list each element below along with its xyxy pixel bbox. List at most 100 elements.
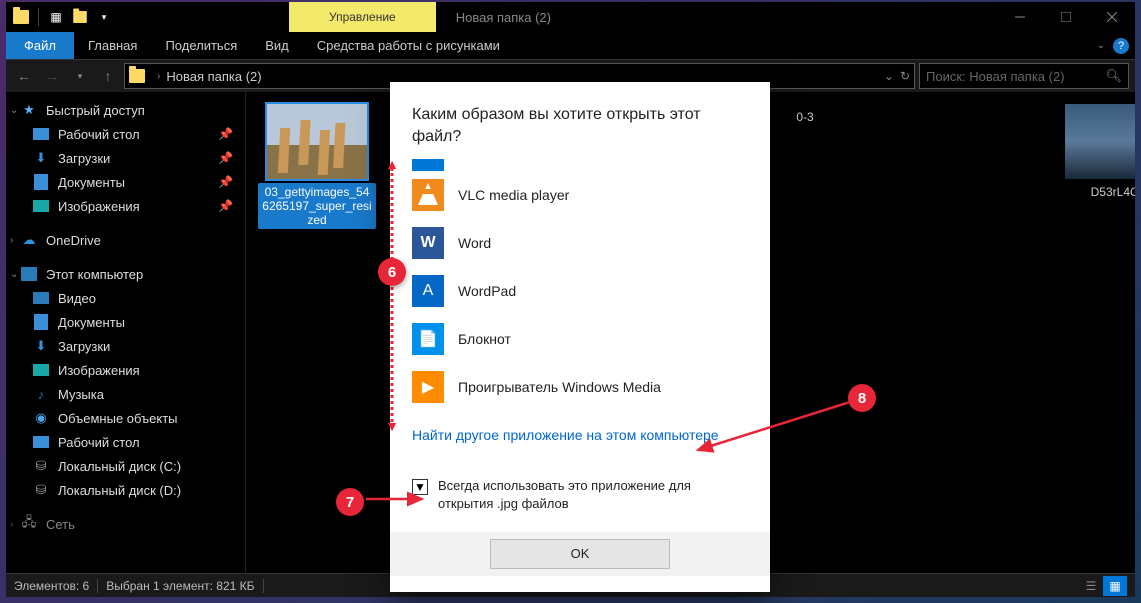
sidebar-item-drive-d[interactable]: ⛁Локальный диск (D:): [6, 478, 245, 502]
qat-dropdown-icon[interactable]: ▾: [93, 6, 115, 28]
close-button[interactable]: [1089, 2, 1135, 32]
ribbon-tab-view[interactable]: Вид: [251, 32, 303, 59]
ribbon-collapse-icon[interactable]: ⌄: [1097, 40, 1105, 51]
sidebar-item-downloads-pc[interactable]: ⬇Загрузки: [6, 334, 245, 358]
ribbon-tab-home[interactable]: Главная: [74, 32, 151, 59]
collapse-icon[interactable]: ⌄: [10, 105, 18, 116]
pictures-icon: [32, 362, 50, 378]
chevron-right-icon[interactable]: ›: [157, 71, 160, 82]
sidebar-item-documents[interactable]: Документы📌: [6, 170, 245, 194]
vlc-icon: [412, 179, 444, 211]
annotation-scroll-indicator: ▲ ▼: [385, 160, 399, 430]
sidebar-item-pictures[interactable]: Изображения📌: [6, 194, 245, 218]
sidebar-item-3d-objects[interactable]: ◉Объемные объекты: [6, 406, 245, 430]
sidebar-item-documents-pc[interactable]: Документы: [6, 310, 245, 334]
app-list[interactable]: VLC media player W Word A WordPad 📄 Блок…: [412, 159, 748, 411]
download-icon: ⬇: [32, 338, 50, 354]
document-icon: [32, 314, 50, 330]
pc-icon: [20, 266, 38, 282]
ribbon-tab-picture-tools[interactable]: Средства работы с рисунками: [303, 32, 514, 59]
sidebar-network[interactable]: ›🖧Сеть: [6, 512, 245, 536]
file-name: 03_gettyimages_546265197_super_resized: [258, 183, 376, 229]
status-item-count: Элементов: 6: [14, 579, 89, 593]
view-details-button[interactable]: ☰: [1079, 576, 1103, 596]
open-with-dialog: Каким образом вы хотите открыть этот фай…: [390, 82, 770, 592]
file-item[interactable]: D53rL4O: [1056, 104, 1135, 201]
sidebar-item-pictures-pc[interactable]: Изображения: [6, 358, 245, 382]
pin-icon: 📌: [218, 127, 233, 141]
search-placeholder: Поиск: Новая папка (2): [926, 69, 1065, 84]
file-name: D53rL4O: [1087, 183, 1135, 201]
expand-icon[interactable]: ›: [10, 519, 13, 530]
pin-icon: 📌: [218, 151, 233, 165]
search-icon[interactable]: 🔍︎: [1105, 68, 1122, 84]
minimize-button[interactable]: [997, 2, 1043, 32]
forward-button[interactable]: →: [40, 64, 64, 88]
word-icon: W: [412, 227, 444, 259]
help-icon[interactable]: ?: [1113, 38, 1129, 54]
expand-icon[interactable]: ›: [10, 235, 13, 246]
view-thumbnails-button[interactable]: ▦: [1103, 576, 1127, 596]
title-bar: ▦ ▾ Управление Новая папка (2): [6, 2, 1135, 32]
annotation-badge-7: 7: [336, 488, 364, 516]
window-title: Новая папка (2): [456, 10, 551, 25]
ribbon-tab-share[interactable]: Поделиться: [151, 32, 251, 59]
app-label: Word: [458, 235, 491, 251]
collapse-icon[interactable]: ⌄: [10, 269, 18, 280]
maximize-button[interactable]: [1043, 2, 1089, 32]
annotation-badge-8: 8: [848, 384, 876, 412]
pin-icon: 📌: [218, 175, 233, 189]
file-name: 0-3: [792, 108, 817, 126]
pin-icon: 📌: [218, 199, 233, 213]
app-item-wordpad[interactable]: A WordPad: [412, 267, 748, 315]
ribbon-context-tab[interactable]: Управление: [289, 2, 436, 32]
app-icon: [412, 159, 444, 171]
sidebar-item-videos[interactable]: Видео: [6, 286, 245, 310]
ok-button[interactable]: OK: [490, 539, 670, 569]
sidebar-onedrive[interactable]: ›☁OneDrive: [6, 228, 245, 252]
up-button[interactable]: ↑: [96, 64, 120, 88]
breadcrumb[interactable]: Новая папка (2): [166, 69, 261, 84]
address-dropdown-icon[interactable]: ⌄: [884, 69, 894, 83]
always-use-label: Всегда использовать это приложение для о…: [438, 477, 748, 513]
music-icon: ♪: [32, 386, 50, 402]
ribbon-file-tab[interactable]: Файл: [6, 32, 74, 59]
window-controls: [997, 2, 1135, 32]
sidebar-item-downloads[interactable]: ⬇Загрузки📌: [6, 146, 245, 170]
desktop-icon: [32, 434, 50, 450]
arrow-down-icon: ▼: [385, 418, 399, 434]
pictures-icon: [32, 198, 50, 214]
sidebar-item-desktop[interactable]: Рабочий стол📌: [6, 122, 245, 146]
drive-icon: ⛁: [32, 458, 50, 474]
sidebar-item-desktop-pc[interactable]: Рабочий стол: [6, 430, 245, 454]
wordpad-icon: A: [412, 275, 444, 307]
download-icon: ⬇: [32, 150, 50, 166]
sidebar-item-music[interactable]: ♪Музыка: [6, 382, 245, 406]
status-selection: Выбран 1 элемент: 821 КБ: [106, 579, 254, 593]
new-folder-icon[interactable]: [69, 6, 91, 28]
star-icon: ★: [20, 102, 38, 118]
annotation-badge-6: 6: [378, 258, 406, 286]
app-label: VLC media player: [458, 187, 569, 203]
document-icon: [32, 174, 50, 190]
refresh-icon[interactable]: ↻: [900, 69, 910, 83]
always-use-row[interactable]: ▼ Всегда использовать это приложение для…: [412, 477, 748, 513]
dialog-title: Каким образом вы хотите открыть этот фай…: [412, 104, 748, 147]
app-label: Проигрыватель Windows Media: [458, 379, 661, 395]
properties-icon[interactable]: ▦: [45, 6, 67, 28]
search-input[interactable]: Поиск: Новая папка (2) 🔍︎: [919, 63, 1129, 89]
app-label: Блокнот: [458, 331, 511, 347]
app-item-word[interactable]: W Word: [412, 219, 748, 267]
quick-access-toolbar: ▦ ▾: [6, 6, 119, 28]
recent-dropdown-icon[interactable]: ▾: [68, 64, 92, 88]
app-item-notepad[interactable]: 📄 Блокнот: [412, 315, 748, 363]
sidebar-item-drive-c[interactable]: ⛁Локальный диск (C:): [6, 454, 245, 478]
dialog-footer: OK: [390, 532, 770, 576]
app-item-vlc[interactable]: VLC media player: [412, 171, 748, 219]
sidebar-this-pc[interactable]: ⌄Этот компьютер: [6, 262, 245, 286]
annotation-arrow-8: [690, 398, 860, 458]
back-button[interactable]: ←: [12, 64, 36, 88]
sidebar-quick-access[interactable]: ⌄★Быстрый доступ: [6, 98, 245, 122]
desktop-icon: [32, 126, 50, 142]
app-item-partial[interactable]: [412, 159, 748, 171]
